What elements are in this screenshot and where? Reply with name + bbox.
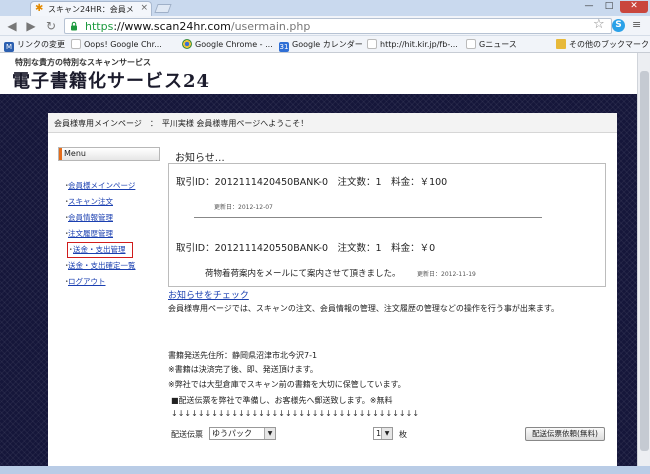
calendar-icon: 31 <box>279 42 289 52</box>
site-logo[interactable]: 電子書籍化サービス24 <box>12 67 210 93</box>
bookmarks-bar: M リンクの変更 Oops! Google Chr... Google Chrom… <box>0 36 650 53</box>
notice-heading: お知らせ… <box>175 153 225 164</box>
other-bookmarks-folder[interactable]: その他のブックマーク <box>556 38 649 51</box>
bookmark-label: Oops! Google Chr... <box>84 40 162 49</box>
notice-box: 取引ID：2012111420450BANK-0 注文数：1 料金：￥100 更… <box>168 163 606 287</box>
page-icon <box>71 39 81 49</box>
note-text: ■配送伝票を弊社で準備し、お客様先へ郵送致します。※無料 <box>171 396 393 405</box>
intro-text: 会員様専用ページでは、スキャンの注文、会員情報の管理、注文履歴の管理などの操作を… <box>168 304 560 313</box>
window-close-button[interactable]: ✕ <box>620 1 648 13</box>
m-icon: M <box>4 42 14 52</box>
bookmark-label: http://hit.kir.jp/fb-... <box>380 40 458 49</box>
scrollbar-thumb[interactable] <box>640 71 649 451</box>
slip-type-select[interactable]: ゆうパック ▼ <box>209 427 276 440</box>
tab-close-icon[interactable]: × <box>140 3 148 13</box>
bookmark-item[interactable]: Oops! Google Chr... <box>71 38 162 51</box>
page-icon <box>367 39 377 49</box>
bookmark-item[interactable]: Gニュース <box>466 38 517 51</box>
new-tab-button[interactable] <box>154 4 172 13</box>
menu-item-member-info[interactable]: 会員情報管理 <box>58 210 160 226</box>
browser-toolbar: ◀ ▶ ↻ https://www.scan24hr.com/usermain.… <box>0 16 650 36</box>
menu-list: 会員様メインページ スキャン注文 会員情報管理 注文履歴管理 送金・支出管理 送… <box>58 178 160 290</box>
browser-menu-icon[interactable]: ≡ <box>632 19 644 31</box>
folder-icon <box>556 39 566 49</box>
menu-item-payment-management[interactable]: 送金・支出管理 <box>67 242 133 258</box>
down-arrows-decoration: ↓↓↓↓↓↓↓↓↓↓↓↓↓↓↓↓↓↓↓↓↓↓↓↓↓↓↓↓↓↓↓↓↓↓↓↓↓ <box>171 409 420 418</box>
reload-icon[interactable]: ↻ <box>44 19 58 33</box>
bookmark-item[interactable]: http://hit.kir.jp/fb-... <box>367 38 458 51</box>
quantity-unit: 枚 <box>399 430 407 439</box>
browser-tab[interactable]: ✱ スキャン24HR：会員メ × <box>30 1 152 16</box>
bookmark-item[interactable]: Google Chrome - ... <box>182 38 273 51</box>
bookmark-item[interactable]: 31 Google カレンダー <box>279 38 363 52</box>
side-menu: Menu 会員様メインページ スキャン注文 会員情報管理 注文履歴管理 送金・支… <box>58 147 160 290</box>
lock-icon <box>71 21 77 31</box>
bookmark-label: Gニュース <box>479 40 517 49</box>
panel-header: 会員様専用メインページ ： 平川実様 会員様専用ページへようこそ！ <box>48 113 617 133</box>
note-text: ※書籍は決済完了後、即、発送頂けます。 <box>168 365 318 374</box>
tab-title: スキャン24HR：会員メ <box>48 5 134 14</box>
quantity-select[interactable]: 1 ▼ <box>373 427 393 440</box>
shipping-address: 書籍発送先住所：静岡県沼津市北今沢7-1 <box>168 351 318 360</box>
update-date: 更新日：2012-11-19 <box>417 271 476 278</box>
bookmark-label: その他のブックマーク <box>569 40 649 49</box>
chrome-icon <box>182 39 192 49</box>
bookmark-label: リンクの変更 <box>17 40 65 49</box>
page-scrollbar[interactable] <box>637 53 650 474</box>
skype-extension-icon[interactable]: S <box>612 19 625 32</box>
content-panel: 会員様専用メインページ ： 平川実様 会員様専用ページへようこそ！ Menu 会… <box>48 113 617 474</box>
url-host: ://www.scan24hr.com <box>113 20 231 33</box>
url-text: https://www.scan24hr.com/usermain.php <box>85 20 310 33</box>
breadcrumb: 会員様専用メインページ ： 平川実様 会員様専用ページへようこそ！ <box>54 119 309 128</box>
slip-label: 配送伝票 <box>171 430 203 439</box>
menu-item-order-history[interactable]: 注文履歴管理 <box>58 226 160 242</box>
url-scheme: https <box>85 20 114 33</box>
bookmark-item[interactable]: M リンクの変更 <box>4 38 65 52</box>
window-maximize-button[interactable]: □ <box>600 1 618 13</box>
window-minimize-button[interactable]: — <box>580 1 598 13</box>
address-bar[interactable]: https://www.scan24hr.com/usermain.php <box>64 18 612 34</box>
site-favicon-icon: ✱ <box>35 3 44 14</box>
order-notice: 取引ID：2012111420450BANK-0 注文数：1 料金：￥100 <box>176 177 448 188</box>
chevron-down-icon: ▼ <box>381 428 392 439</box>
site-header: 特別な貴方の特別なスキャンサービス 電子書籍化サービス24 <box>0 53 650 94</box>
update-date: 更新日：2012-12-07 <box>214 204 273 211</box>
menu-item-logout[interactable]: ログアウト <box>58 274 160 290</box>
url-path: /usermain.php <box>230 20 311 33</box>
menu-item-member-main[interactable]: 会員様メインページ <box>58 178 160 194</box>
page-icon <box>466 39 476 49</box>
divider <box>194 217 542 218</box>
bookmark-label: Google カレンダー <box>292 40 363 49</box>
bookmark-label: Google Chrome - ... <box>195 40 273 49</box>
browser-tab-bar: ✱ スキャン24HR：会員メ × — □ ✕ <box>0 0 650 16</box>
slip-select-value: ゆうパック <box>212 429 252 438</box>
os-taskbar <box>0 466 650 474</box>
shipped-note: 荷物着荷案内をメールにて案内させて頂きました。 <box>205 269 401 279</box>
bookmark-star-icon[interactable]: ☆ <box>593 17 605 33</box>
menu-item-payment-confirmed-list[interactable]: 送金・支出確定一覧 <box>58 258 160 274</box>
note-text: ※弊社では大型倉庫でスキャン前の書籍を大切に保管しています。 <box>168 380 406 389</box>
chevron-down-icon: ▼ <box>264 428 275 439</box>
back-arrow-icon[interactable]: ◀ <box>5 19 19 33</box>
check-notices-link[interactable]: お知らせをチェック <box>168 288 249 301</box>
menu-title: Menu <box>58 147 160 161</box>
request-slip-button[interactable]: 配送伝票依頼(無料) <box>525 427 605 441</box>
menu-item-scan-order[interactable]: スキャン注文 <box>58 194 160 210</box>
order-notice: 取引ID：2012111420550BANK-0 注文数：1 料金：￥0 <box>176 243 436 254</box>
forward-arrow-icon[interactable]: ▶ <box>24 19 38 33</box>
